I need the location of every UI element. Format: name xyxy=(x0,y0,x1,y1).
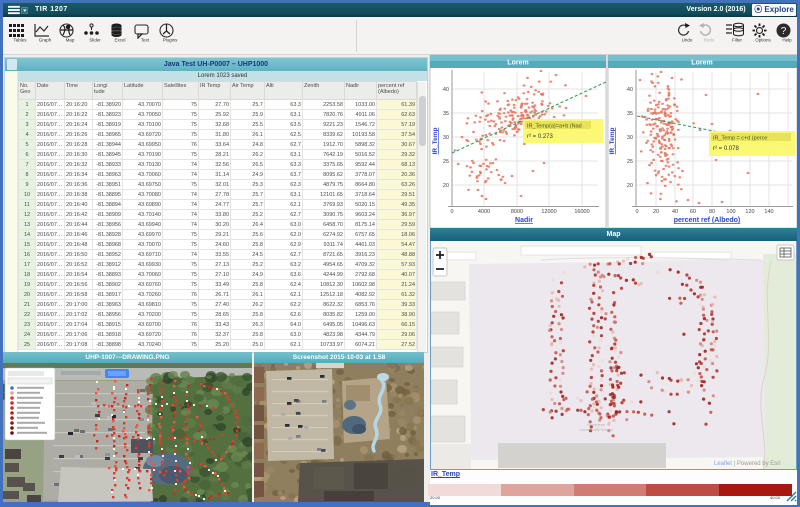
svg-text:?: ? xyxy=(781,26,787,37)
svg-text:80: 80 xyxy=(709,209,715,215)
svg-text:20: 20 xyxy=(627,183,633,189)
svg-text:16000: 16000 xyxy=(574,209,589,215)
svg-text:r² = 0.273: r² = 0.273 xyxy=(527,134,554,140)
svg-text:8000: 8000 xyxy=(511,209,523,215)
svg-text:30: 30 xyxy=(443,135,449,141)
svg-text:40: 40 xyxy=(443,87,449,93)
svg-text:Leaflet | Powered by Esri: Leaflet | Powered by Esri xyxy=(714,461,781,467)
svg-text:4000: 4000 xyxy=(478,209,490,215)
svg-text:0: 0 xyxy=(450,209,453,215)
svg-text:30: 30 xyxy=(627,135,633,141)
svg-text:IR_Temp: IR_Temp xyxy=(609,127,616,154)
svg-text:140: 140 xyxy=(764,209,773,215)
svg-text:IR_Temp = c+d (perce: IR_Temp = c+d (perce xyxy=(713,136,767,142)
svg-text:25: 25 xyxy=(443,159,449,165)
svg-text:Nadir: Nadir xyxy=(515,217,533,224)
svg-text:Community School: Community School xyxy=(579,427,613,432)
svg-text:40: 40 xyxy=(627,87,633,93)
svg-text:IR_Temp: IR_Temp xyxy=(432,127,439,154)
svg-text:percent ref (Albedo): percent ref (Albedo) xyxy=(674,217,741,224)
svg-text:35: 35 xyxy=(443,111,449,117)
svg-text:12000: 12000 xyxy=(541,209,556,215)
svg-text:35: 35 xyxy=(627,111,633,117)
svg-text:120: 120 xyxy=(745,209,754,215)
svg-text:100: 100 xyxy=(726,209,735,215)
svg-text:40: 40 xyxy=(672,209,678,215)
svg-text:25: 25 xyxy=(627,159,633,165)
svg-text:20: 20 xyxy=(653,209,659,215)
svg-text:Lorem: Lorem xyxy=(691,60,712,67)
svg-text:20: 20 xyxy=(443,183,449,189)
svg-text:0: 0 xyxy=(635,209,638,215)
svg-text:Lorem: Lorem xyxy=(507,60,528,67)
svg-text:60: 60 xyxy=(690,209,696,215)
svg-text:r² = 0.078: r² = 0.078 xyxy=(713,146,740,152)
svg-text:IR_Temp(a)=a+b (Nad: IR_Temp(a)=a+b (Nad xyxy=(527,124,582,130)
